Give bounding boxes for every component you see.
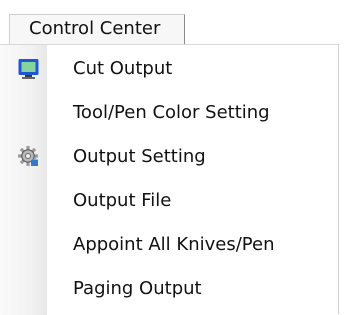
menu-item-output-file[interactable]: Output File — [0, 179, 338, 223]
menu-bar: Control Center — [0, 0, 350, 44]
gear-icon — [18, 146, 38, 166]
menu-item-output-setting[interactable]: Output Setting — [0, 135, 338, 179]
monitor-icon — [18, 59, 39, 79]
control-center-menu-title[interactable]: Control Center — [9, 14, 185, 44]
menu-item-label-output-setting: Output Setting — [73, 146, 206, 167]
menu-item-label-cut-output: Cut Output — [73, 58, 173, 79]
menu-item-cut-output[interactable]: Cut Output — [0, 47, 338, 91]
menu-item-paging-output[interactable]: Paging Output — [0, 267, 338, 311]
menu-item-label-paging-output: Paging Output — [73, 278, 202, 299]
menu-item-label-output-file: Output File — [73, 190, 172, 211]
menu-item-label-tool-pen-color-setting: Tool/Pen Color Setting — [73, 102, 270, 123]
menu-item-label-appoint-all-knives-pen: Appoint All Knives/Pen — [73, 234, 275, 255]
menu-item-tool-pen-color-setting[interactable]: Tool/Pen Color Setting — [0, 91, 338, 135]
control-center-dropdown: Cut Output Tool/Pen Color Setting Output… — [0, 44, 339, 315]
menu-item-appoint-all-knives-pen[interactable]: Appoint All Knives/Pen — [0, 223, 338, 267]
